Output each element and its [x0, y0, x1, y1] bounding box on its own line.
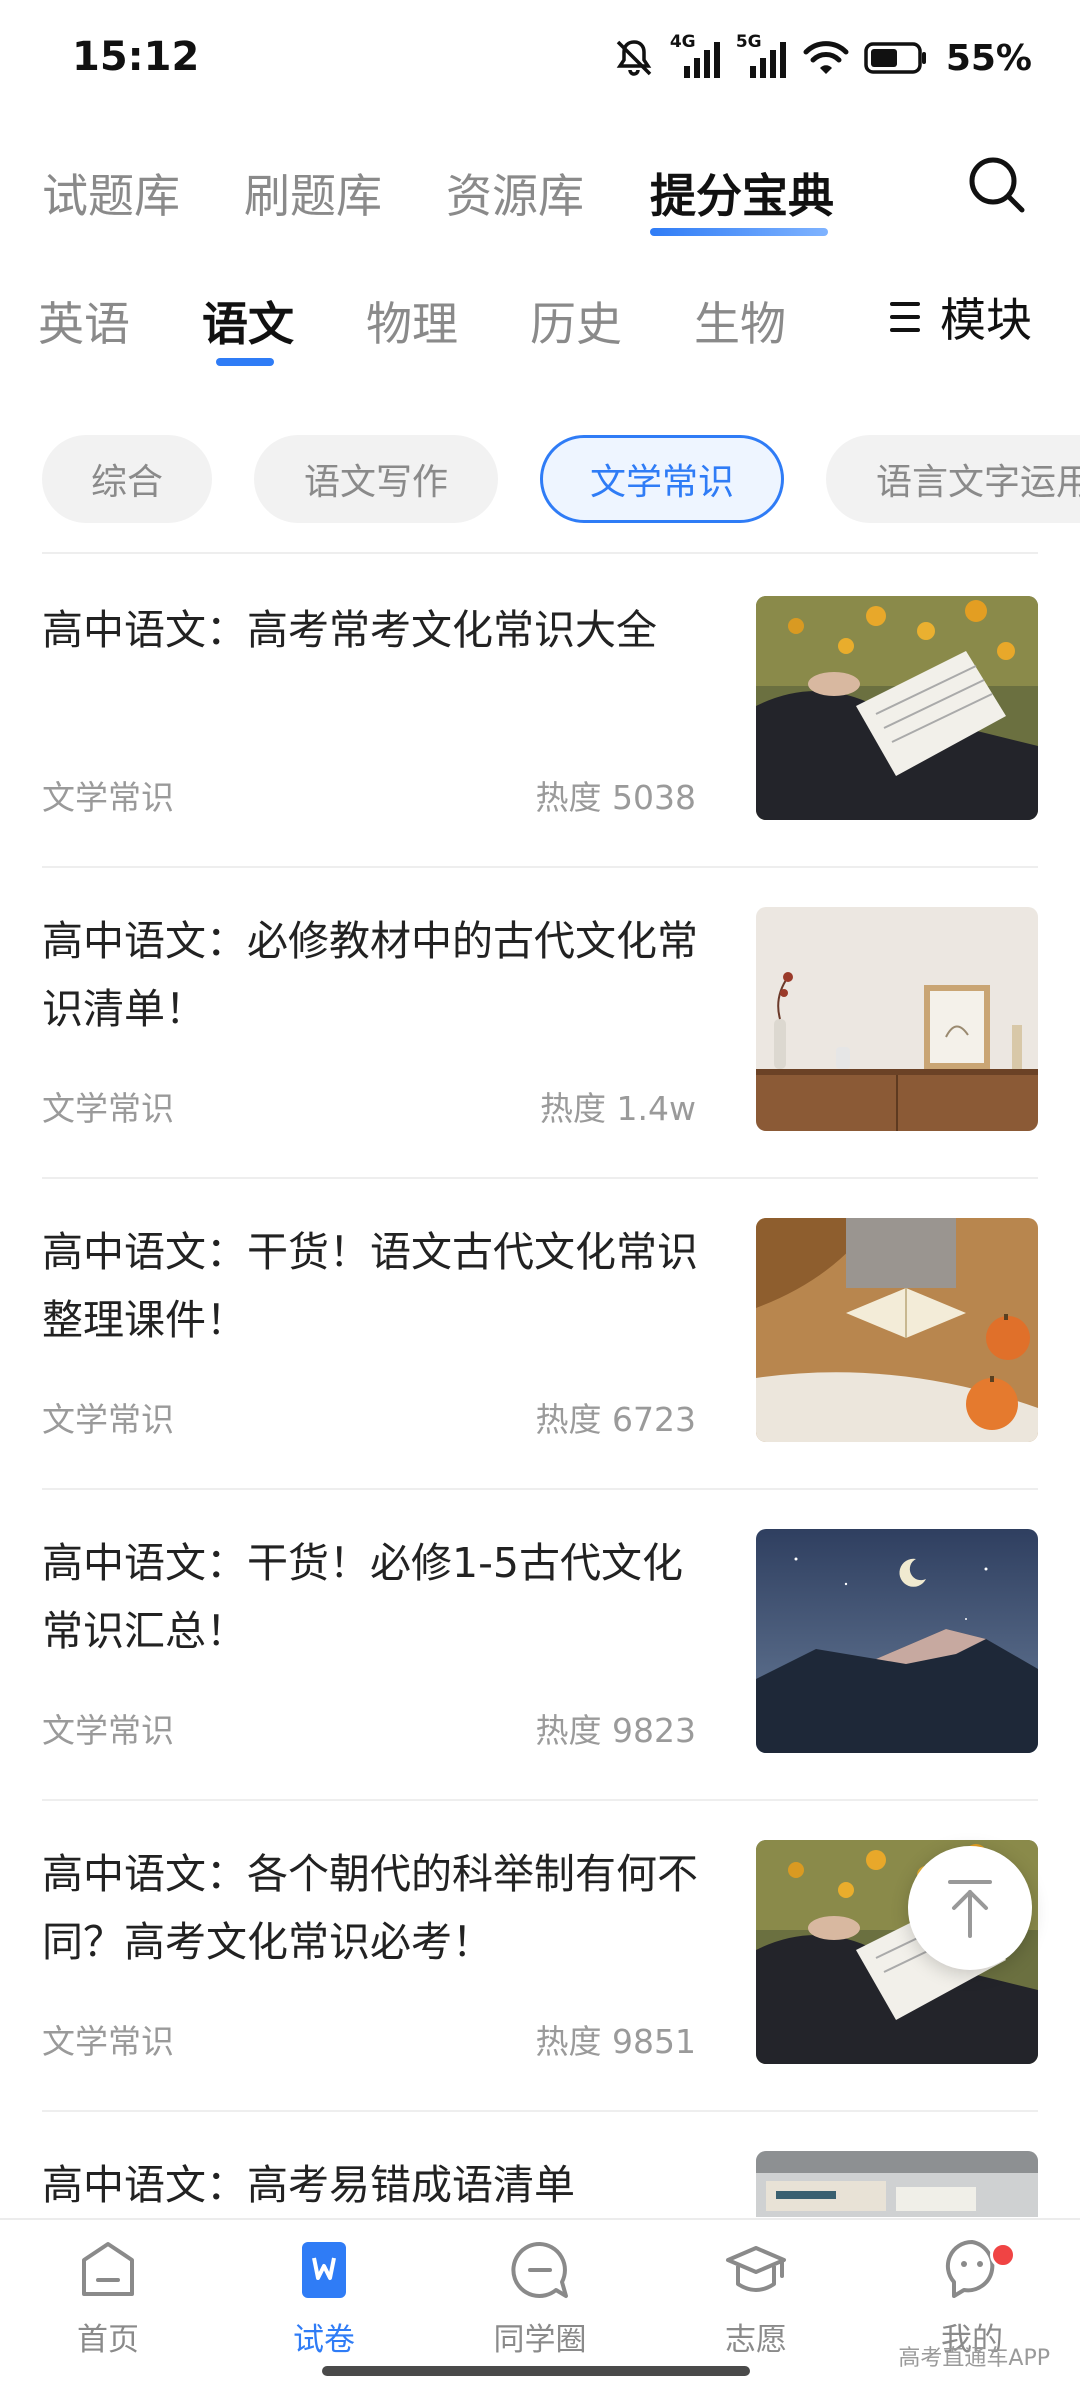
signal-5g-icon: 5G — [736, 32, 788, 80]
signal-4g-icon: 4G — [670, 32, 722, 80]
search-icon — [969, 157, 1025, 213]
battery-percent: 55% — [945, 37, 1032, 79]
mute-icon — [616, 40, 652, 76]
subject-tab-english[interactable]: 英语 — [38, 288, 130, 354]
subject-tab-chinese[interactable]: 语文 — [202, 288, 294, 354]
top-tab-bar: 试题库 刷题库 资源库 提分宝典 — [0, 140, 1080, 250]
article-item[interactable]: 高中语文：高考常考文化常识大全 文学常识 热度 5038 — [42, 556, 1038, 866]
article-category: 文学常识 — [42, 1089, 174, 1128]
tab-score-guide[interactable]: 提分宝典 — [650, 160, 834, 226]
chip-general[interactable]: 综合 — [42, 435, 212, 523]
status-time: 15:12 — [72, 34, 200, 80]
article-item[interactable]: 高中语文：高考易错成语清单 — [42, 2111, 1038, 2217]
article-title: 高中语文：各个朝代的科举制有何不同？高考文化常识必考！ — [42, 1850, 698, 1966]
search-button[interactable] — [962, 150, 1032, 220]
divider — [42, 552, 1038, 554]
article-heat: 热度 9823 — [535, 1711, 696, 1750]
article-category: 文学常识 — [42, 1400, 174, 1439]
article-thumbnail — [756, 2151, 1038, 2217]
top-tab-indicator — [650, 228, 828, 236]
article-item[interactable]: 高中语文：干货！语文古代文化常识整理课件！ 文学常识 热度 6723 — [42, 1178, 1038, 1488]
article-thumbnail — [756, 907, 1038, 1131]
back-to-top-button[interactable] — [908, 1846, 1032, 1970]
nav-classmates[interactable]: 同学圈 — [460, 2238, 620, 2359]
nav-papers[interactable]: 试卷 — [244, 2238, 404, 2359]
chat-icon — [511, 2241, 568, 2298]
article-heat: 热度 9851 — [535, 2022, 696, 2061]
article-heat: 热度 6723 — [535, 1400, 696, 1439]
chip-writing[interactable]: 语文写作 — [254, 435, 498, 523]
article-thumbnail — [756, 1529, 1038, 1753]
article-thumbnail — [756, 1218, 1038, 1442]
article-category: 文学常识 — [42, 778, 174, 817]
graduation-cap-icon — [726, 2246, 786, 2292]
article-title: 高中语文：干货！语文古代文化常识整理课件！ — [42, 1228, 698, 1344]
subject-tab-physics[interactable]: 物理 — [366, 288, 458, 354]
home-icon — [82, 2242, 134, 2296]
nav-aspiration[interactable]: 志愿 — [676, 2238, 836, 2359]
module-label: 模块 — [940, 293, 1032, 347]
article-category: 文学常识 — [42, 1711, 174, 1750]
article-heat: 热度 1.4w — [540, 1089, 696, 1128]
article-title: 高中语文：必修教材中的古代文化常识清单！ — [42, 917, 698, 1033]
arrow-up-icon — [948, 1880, 992, 1938]
battery-icon — [864, 42, 926, 74]
article-item[interactable]: 高中语文：干货！必修1-5古代文化常识汇总！ 文学常识 热度 9823 — [42, 1489, 1038, 1799]
nav-label: 试卷 — [293, 2322, 355, 2358]
article-title: 高中语文：高考常考文化常识大全 — [42, 606, 657, 654]
subject-tab-biology[interactable]: 生物 — [694, 288, 786, 354]
article-item[interactable]: 高中语文：必修教材中的古代文化常识清单！ 文学常识 热度 1.4w — [42, 867, 1038, 1177]
nav-label: 志愿 — [725, 2322, 787, 2358]
watermark: 高考直通车APP — [898, 2346, 1050, 2371]
subject-tab-indicator — [216, 358, 274, 366]
chip-literature[interactable]: 文学常识 — [540, 435, 784, 523]
subject-tab-history[interactable]: 历史 — [530, 288, 622, 354]
module-button[interactable]: 模块 — [888, 284, 1032, 350]
notification-badge — [990, 2242, 1016, 2268]
paper-icon — [302, 2242, 346, 2298]
article-title: 高中语文：高考易错成语清单 — [42, 2161, 575, 2209]
article-title: 高中语文：干货！必修1-5古代文化常识汇总！ — [42, 1539, 683, 1655]
article-thumbnail — [756, 596, 1038, 820]
tab-practice-bank[interactable]: 刷题库 — [244, 160, 382, 226]
list-icon — [890, 302, 920, 332]
tab-question-bank[interactable]: 试题库 — [42, 160, 180, 226]
nav-label: 同学圈 — [493, 2322, 587, 2358]
category-chips: 综合 语文写作 文学常识 语言文字运用 — [42, 435, 1080, 527]
home-indicator[interactable] — [322, 2366, 750, 2376]
article-category: 文学常识 — [42, 2022, 174, 2061]
status-icons: 4G 5G 55% — [612, 28, 1032, 88]
article-heat: 热度 5038 — [535, 778, 696, 817]
article-item[interactable]: 高中语文：各个朝代的科举制有何不同？高考文化常识必考！ 文学常识 热度 9851 — [42, 1800, 1038, 2110]
tab-resource-bank[interactable]: 资源库 — [446, 160, 584, 226]
nav-label: 首页 — [77, 2322, 139, 2358]
status-bar: 15:12 4G 5G 55% — [0, 0, 1080, 110]
wifi-icon — [803, 41, 849, 74]
nav-home[interactable]: 首页 — [28, 2238, 188, 2359]
chip-language-use[interactable]: 语言文字运用 — [826, 435, 1080, 523]
